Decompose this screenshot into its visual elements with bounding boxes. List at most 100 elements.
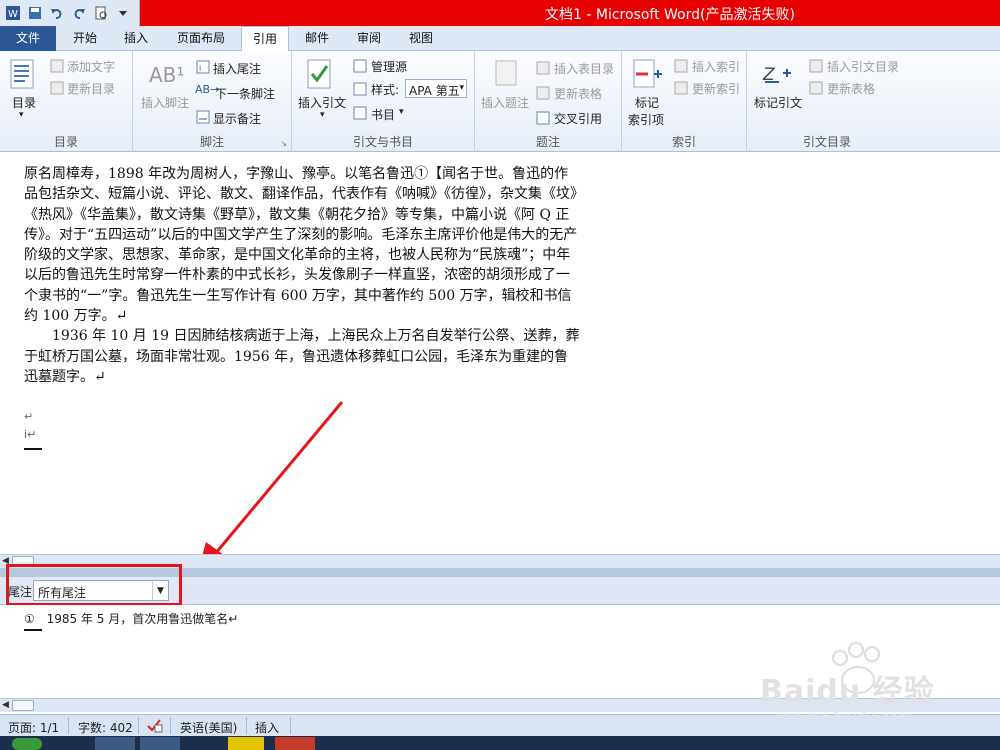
endnote-entry[interactable]: ① 1985 年 5 月，首次用鲁迅做笔名↵	[24, 610, 238, 627]
paragraph-2[interactable]: 1936 年 10 月 19 日因肺结核病逝于上海，上海民众上万名自发举行公祭、…	[24, 326, 580, 387]
group-label-citations: 引文与书目	[352, 135, 413, 149]
start-button-icon[interactable]	[12, 738, 42, 750]
next-footnote-button[interactable]: 下一条脚注	[215, 85, 275, 102]
manage-sources-button[interactable]: 管理源	[371, 58, 407, 75]
insert-citation-button[interactable]: 插入引文	[298, 94, 346, 111]
group-captions: 插入题注 插入表目录 更新表格 交叉引用 题注	[475, 51, 622, 152]
taskbar-app-icon[interactable]	[275, 737, 315, 750]
mark-citation-button[interactable]: 标记引文	[754, 94, 802, 111]
cross-reference-icon	[536, 111, 550, 128]
group-label-toc: 目录	[53, 135, 78, 149]
style-select[interactable]: APA 第五 ▾	[405, 79, 467, 98]
insert-footnote-button[interactable]: 插入脚注	[141, 94, 189, 111]
mark-entry-line2[interactable]: 索引项	[628, 111, 664, 128]
endnote-scroll-left-icon[interactable]: ◀	[2, 700, 9, 710]
group-label-footnotes: 脚注	[199, 135, 224, 149]
group-citations: 插入引文 ▾ 管理源 样式: APA 第五 ▾ 书目 ▾ 引文与书目	[292, 51, 475, 152]
insert-caption-icon[interactable]	[495, 60, 519, 91]
insert-endnote-icon: i	[196, 60, 210, 77]
word-app-icon[interactable]: W	[4, 4, 22, 22]
cross-reference-button[interactable]: 交叉引用	[554, 110, 602, 127]
endnote-text[interactable]: 1985 年 5 月，首次用鲁迅做笔名↵	[47, 612, 239, 626]
add-text-icon	[50, 59, 64, 76]
undo-icon[interactable]	[48, 4, 66, 22]
insert-tof-icon	[536, 61, 550, 78]
status-separator	[68, 717, 69, 734]
mark-entry-icon[interactable]	[632, 59, 664, 92]
save-icon[interactable]	[26, 4, 44, 22]
tab-file[interactable]: 文件	[0, 26, 56, 51]
group-label-authorities: 引文目录	[802, 135, 851, 149]
update-index-icon	[674, 81, 688, 98]
status-insert-mode[interactable]: 插入	[255, 719, 279, 736]
insert-toa-icon	[809, 59, 823, 76]
ribbon: 目录 ▾ 添加文字 更新目录 目录 AB¹ 插入脚注 i 插入尾注 AB→ 下一…	[0, 51, 1000, 152]
group-footnotes: AB¹ 插入脚注 i 插入尾注 AB→ 下一条脚注 显示备注 脚注 ↘	[133, 51, 292, 152]
os-taskbar	[0, 736, 1000, 750]
mark-citation-icon[interactable]: Z	[762, 60, 794, 91]
insert-index-button[interactable]: 插入索引	[692, 58, 740, 75]
paragraph-1[interactable]: 原名周樟寿，1898 年改为周树人，字豫山、豫亭。以笔名鲁迅①【闻名于世。鲁迅的…	[24, 164, 580, 326]
bibliography-icon	[353, 106, 367, 123]
bibliography-dropdown-icon[interactable]: ▾	[399, 107, 404, 117]
insert-table-of-figures-button[interactable]: 插入表目录	[554, 60, 614, 77]
update-toc-button[interactable]: 更新目录	[67, 80, 115, 97]
group-toc: 目录 ▾ 添加文字 更新目录 目录	[0, 51, 133, 152]
tab-insert[interactable]: 插入	[112, 26, 160, 51]
footnote-dialog-launcher-icon[interactable]: ↘	[280, 139, 287, 148]
group-label-captions: 题注	[535, 135, 560, 149]
window-title: 文档1 - Microsoft Word(产品激活失败)	[545, 7, 795, 23]
insert-citation-dropdown-icon[interactable]: ▾	[320, 110, 325, 120]
status-word-count[interactable]: 字数: 402	[78, 719, 133, 736]
redo-icon[interactable]	[70, 4, 88, 22]
toc-button[interactable]: 目录	[12, 94, 36, 111]
tab-home[interactable]: 开始	[60, 26, 110, 51]
mark-entry-line1[interactable]: 标记	[635, 94, 659, 111]
tab-page-layout[interactable]: 页面布局	[164, 26, 238, 51]
status-separator	[138, 717, 139, 734]
tab-review[interactable]: 审阅	[345, 26, 393, 51]
toc-dropdown-icon[interactable]: ▾	[19, 110, 24, 120]
endnote-scroll-thumb[interactable]	[12, 700, 34, 711]
document-area[interactable]: 原名周樟寿，1898 年改为周树人，字豫山、豫亭。以笔名鲁迅①【闻名于世。鲁迅的…	[0, 152, 1000, 578]
status-language[interactable]: 英语(美国)	[180, 719, 237, 736]
update-table-button[interactable]: 更新表格	[554, 85, 602, 102]
show-notes-button[interactable]: 显示备注	[213, 110, 261, 127]
update-toc-icon	[50, 81, 64, 98]
style-select-arrow-icon[interactable]: ▾	[459, 83, 464, 93]
proofing-icon[interactable]	[146, 717, 164, 736]
insert-endnote-button[interactable]: 插入尾注	[213, 60, 261, 77]
customize-qat-icon[interactable]	[114, 4, 132, 22]
status-separator	[290, 717, 291, 734]
group-label-index: 索引	[671, 135, 696, 149]
insert-footnote-icon[interactable]: AB¹	[149, 63, 184, 87]
document-body[interactable]: 原名周樟寿，1898 年改为周树人，字豫山、豫亭。以笔名鲁迅①【闻名于世。鲁迅的…	[24, 164, 580, 387]
style-label: 样式:	[371, 83, 400, 97]
annotation-highlight-box	[6, 564, 182, 606]
toc-icon[interactable]	[10, 59, 36, 92]
svg-text:i: i	[199, 64, 201, 73]
group-index: 标记 索引项 插入索引 更新索引 索引	[622, 51, 747, 152]
svg-text:W: W	[8, 9, 18, 20]
insert-toa-button[interactable]: 插入引文目录	[827, 58, 899, 75]
tab-mailings[interactable]: 邮件	[293, 26, 341, 51]
bibliography-button[interactable]: 书目	[371, 106, 395, 123]
taskbar-app-icon[interactable]	[140, 737, 180, 750]
update-index-button[interactable]: 更新索引	[692, 80, 740, 97]
group-table-of-authorities: Z 标记引文 插入引文目录 更新表格 引文目录	[747, 51, 907, 152]
taskbar-app-icon[interactable]	[228, 737, 264, 750]
insert-index-icon	[674, 59, 688, 76]
watermark-brand: Baidu 经验	[760, 674, 935, 709]
paragraph-mark: ↵	[24, 410, 34, 423]
status-separator	[170, 717, 171, 734]
tab-view[interactable]: 视图	[397, 26, 445, 51]
baidu-watermark: Baidu 经验 jingyan.baidu.com	[760, 640, 990, 730]
update-toa-button[interactable]: 更新表格	[827, 80, 875, 97]
status-page[interactable]: 页面: 1/1	[8, 719, 59, 736]
insert-caption-button[interactable]: 插入题注	[481, 94, 529, 111]
tab-references[interactable]: 引用	[241, 26, 289, 52]
taskbar-app-icon[interactable]	[95, 737, 135, 750]
insert-citation-icon[interactable]	[305, 58, 335, 93]
add-text-button[interactable]: 添加文字	[67, 58, 115, 75]
print-preview-icon[interactable]	[92, 4, 110, 22]
